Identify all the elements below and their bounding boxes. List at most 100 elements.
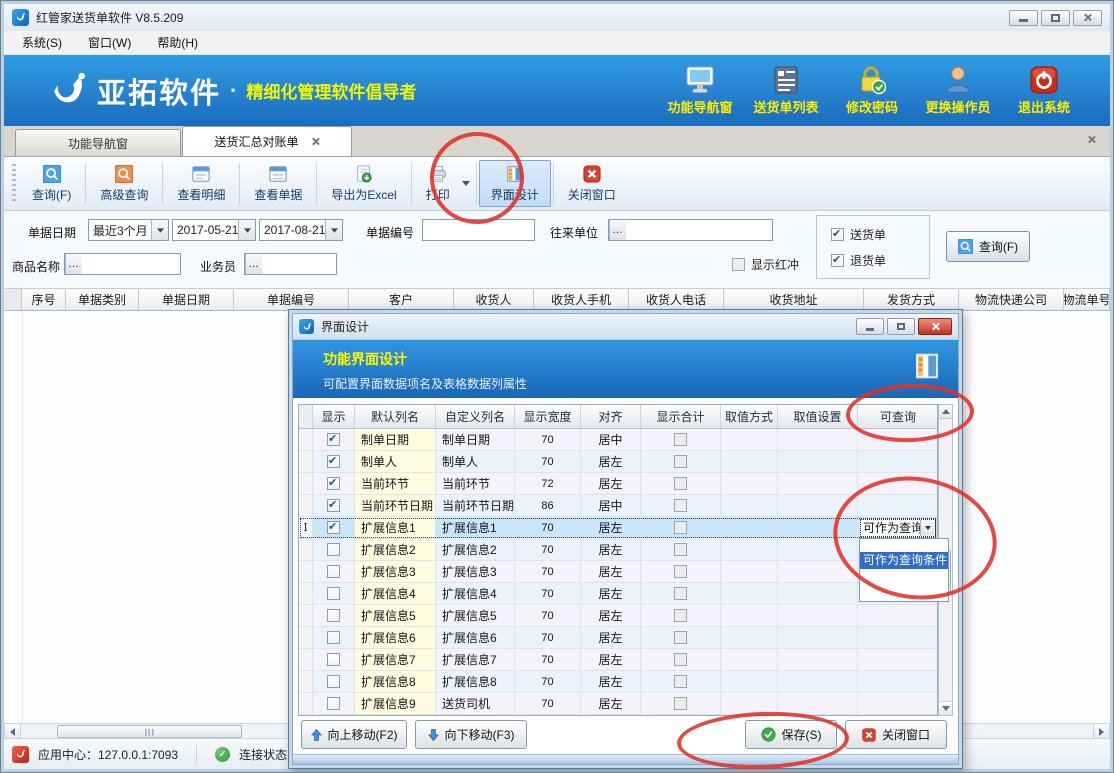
custom-name-cell[interactable]: 扩展信息8 xyxy=(436,671,515,692)
show-checkbox[interactable] xyxy=(327,697,340,710)
combo-dropdown-button[interactable] xyxy=(920,520,935,536)
date-to-picker[interactable]: 2017-08-21 xyxy=(259,219,343,241)
sum-checkbox[interactable] xyxy=(674,609,687,622)
sum-checkbox[interactable] xyxy=(674,433,687,446)
align-cell[interactable]: 居左 xyxy=(581,583,641,604)
dialog-column-header[interactable]: 可查询 xyxy=(858,405,938,428)
sum-checkbox[interactable] xyxy=(674,521,687,534)
dialog-column-header[interactable]: 取值方式 xyxy=(721,405,778,428)
dropdown-item-empty[interactable] xyxy=(860,539,948,552)
view-detail-button[interactable]: 查看明细 xyxy=(165,160,237,207)
dialog-column-header[interactable]: 显示合计 xyxy=(641,405,721,428)
width-cell[interactable]: 70 xyxy=(515,451,581,472)
scrollbar-thumb[interactable] xyxy=(57,725,242,738)
align-cell[interactable]: 居左 xyxy=(581,649,641,670)
scroll-down-button[interactable] xyxy=(939,701,952,715)
column-header[interactable]: 序号 xyxy=(22,289,66,310)
dialog-column-header[interactable]: 默认列名 xyxy=(355,405,436,428)
column-header[interactable]: 单据编号 xyxy=(234,289,349,310)
dialog-table-row[interactable]: 扩展信息8扩展信息870居左 xyxy=(299,671,937,693)
export-excel-button[interactable]: 导出为Excel xyxy=(319,160,408,207)
sum-checkbox[interactable] xyxy=(674,653,687,666)
align-cell[interactable]: 居左 xyxy=(581,517,641,538)
align-cell[interactable]: 居左 xyxy=(581,451,641,472)
show-checkbox[interactable] xyxy=(327,609,340,622)
align-cell[interactable]: 居左 xyxy=(581,539,641,560)
width-cell[interactable]: 70 xyxy=(515,649,581,670)
custom-name-cell[interactable]: 扩展信息3 xyxy=(436,561,515,582)
column-header[interactable]: 物流单号 xyxy=(1064,289,1110,310)
align-cell[interactable]: 居中 xyxy=(581,429,641,450)
show-checkbox[interactable] xyxy=(327,521,340,534)
menu-system[interactable]: 系统(S) xyxy=(12,31,72,54)
tab-close-icon[interactable] xyxy=(311,137,320,146)
column-header[interactable]: 收货人手机 xyxy=(534,289,629,310)
custom-name-cell[interactable]: 扩展信息7 xyxy=(436,649,515,670)
column-header[interactable]: 客户 xyxy=(349,289,454,310)
dialog-column-header[interactable]: 自定义列名 xyxy=(436,405,515,428)
custom-name-cell[interactable]: 扩展信息2 xyxy=(436,539,515,560)
nav-window-button[interactable]: 功能导航窗 xyxy=(662,65,738,116)
dialog-close-window-button[interactable]: 关闭窗口 xyxy=(845,720,947,749)
width-cell[interactable]: 70 xyxy=(515,693,581,714)
menu-help[interactable]: 帮助(H) xyxy=(147,31,208,54)
custom-name-cell[interactable]: 当前环节日期 xyxy=(436,495,515,516)
title-bar[interactable]: 红管家送货单软件 V8.5.209 xyxy=(4,4,1110,31)
width-cell[interactable]: 70 xyxy=(515,583,581,604)
date-preset-combobox[interactable]: 最近3个月 xyxy=(88,219,169,241)
custom-name-cell[interactable]: 制单人 xyxy=(436,451,515,472)
ellipsis-button[interactable]: … xyxy=(245,254,262,274)
delivery-list-button[interactable]: 送货单列表 xyxy=(748,65,824,116)
dialog-table-row[interactable]: 扩展信息2扩展信息270居左 xyxy=(299,539,937,561)
align-cell[interactable]: 居左 xyxy=(581,473,641,494)
custom-name-cell[interactable]: 扩展信息5 xyxy=(436,605,515,626)
dialog-table-row[interactable]: 扩展信息6扩展信息670居左 xyxy=(299,627,937,649)
dialog-table-row[interactable]: 当前环节日期当前环节日期86居中 xyxy=(299,495,937,517)
dialog-column-header[interactable]: 显示 xyxy=(313,405,355,428)
column-header[interactable]: 收货人电话 xyxy=(629,289,724,310)
dialog-column-header[interactable]: 对齐 xyxy=(581,405,641,428)
partner-input[interactable]: … xyxy=(608,219,773,241)
width-cell[interactable]: 70 xyxy=(515,539,581,560)
minimize-button[interactable] xyxy=(1009,10,1038,26)
show-checkbox[interactable] xyxy=(327,477,340,490)
width-cell[interactable]: 70 xyxy=(515,671,581,692)
width-cell[interactable]: 70 xyxy=(515,429,581,450)
print-dropdown-icon[interactable] xyxy=(462,181,470,186)
maximize-button[interactable] xyxy=(1041,10,1070,26)
scroll-left-button[interactable] xyxy=(5,724,21,739)
sum-checkbox[interactable] xyxy=(674,587,687,600)
checkbox-icon[interactable] xyxy=(831,254,844,267)
show-checkbox[interactable] xyxy=(327,433,340,446)
dialog-table-row[interactable]: 制单人制单人70居左 xyxy=(299,451,937,473)
dropdown-item-queryable[interactable]: 可作为查询条件 xyxy=(860,552,948,569)
queryable-dropdown-list[interactable]: 可作为查询条件 xyxy=(859,538,949,602)
show-checkbox[interactable] xyxy=(327,565,340,578)
checkbox-icon[interactable] xyxy=(831,228,844,241)
align-cell[interactable]: 居左 xyxy=(581,671,641,692)
show-checkbox[interactable] xyxy=(327,631,340,644)
return-bill-checkbox[interactable]: 退货单 xyxy=(831,252,886,269)
dialog-table-row[interactable]: 扩展信息9送货司机70居左 xyxy=(299,693,937,715)
dialog-close-button[interactable] xyxy=(918,318,952,335)
print-button[interactable]: 打印 xyxy=(414,160,462,207)
ellipsis-button[interactable]: … xyxy=(609,220,626,240)
move-down-button[interactable]: 向下移动(F3) xyxy=(415,720,527,749)
dialog-table-row[interactable]: 当前环节当前环节72居左 xyxy=(299,473,937,495)
dialog-table-row[interactable]: 扩展信息4扩展信息470居左 xyxy=(299,583,937,605)
view-bill-button[interactable]: 查看单据 xyxy=(242,160,314,207)
menu-window[interactable]: 窗口(W) xyxy=(78,31,141,54)
dialog-table-row[interactable]: 扩展信息7扩展信息770居左 xyxy=(299,649,937,671)
move-up-button[interactable]: 向上移动(F2) xyxy=(301,720,407,749)
toolbar-grip[interactable] xyxy=(12,164,16,204)
change-password-button[interactable]: 修改密码 xyxy=(834,65,910,116)
width-cell[interactable]: 70 xyxy=(515,561,581,582)
filter-query-button[interactable]: 查询(F) xyxy=(946,231,1030,262)
exit-system-button[interactable]: 退出系统 xyxy=(1006,65,1082,116)
scroll-up-button[interactable] xyxy=(939,405,952,419)
dialog-maximize-button[interactable] xyxy=(887,318,915,335)
scroll-right-button[interactable] xyxy=(1093,724,1109,739)
align-cell[interactable]: 居左 xyxy=(581,693,641,714)
width-cell[interactable]: 70 xyxy=(515,517,581,538)
custom-name-cell[interactable]: 制单日期 xyxy=(436,429,515,450)
